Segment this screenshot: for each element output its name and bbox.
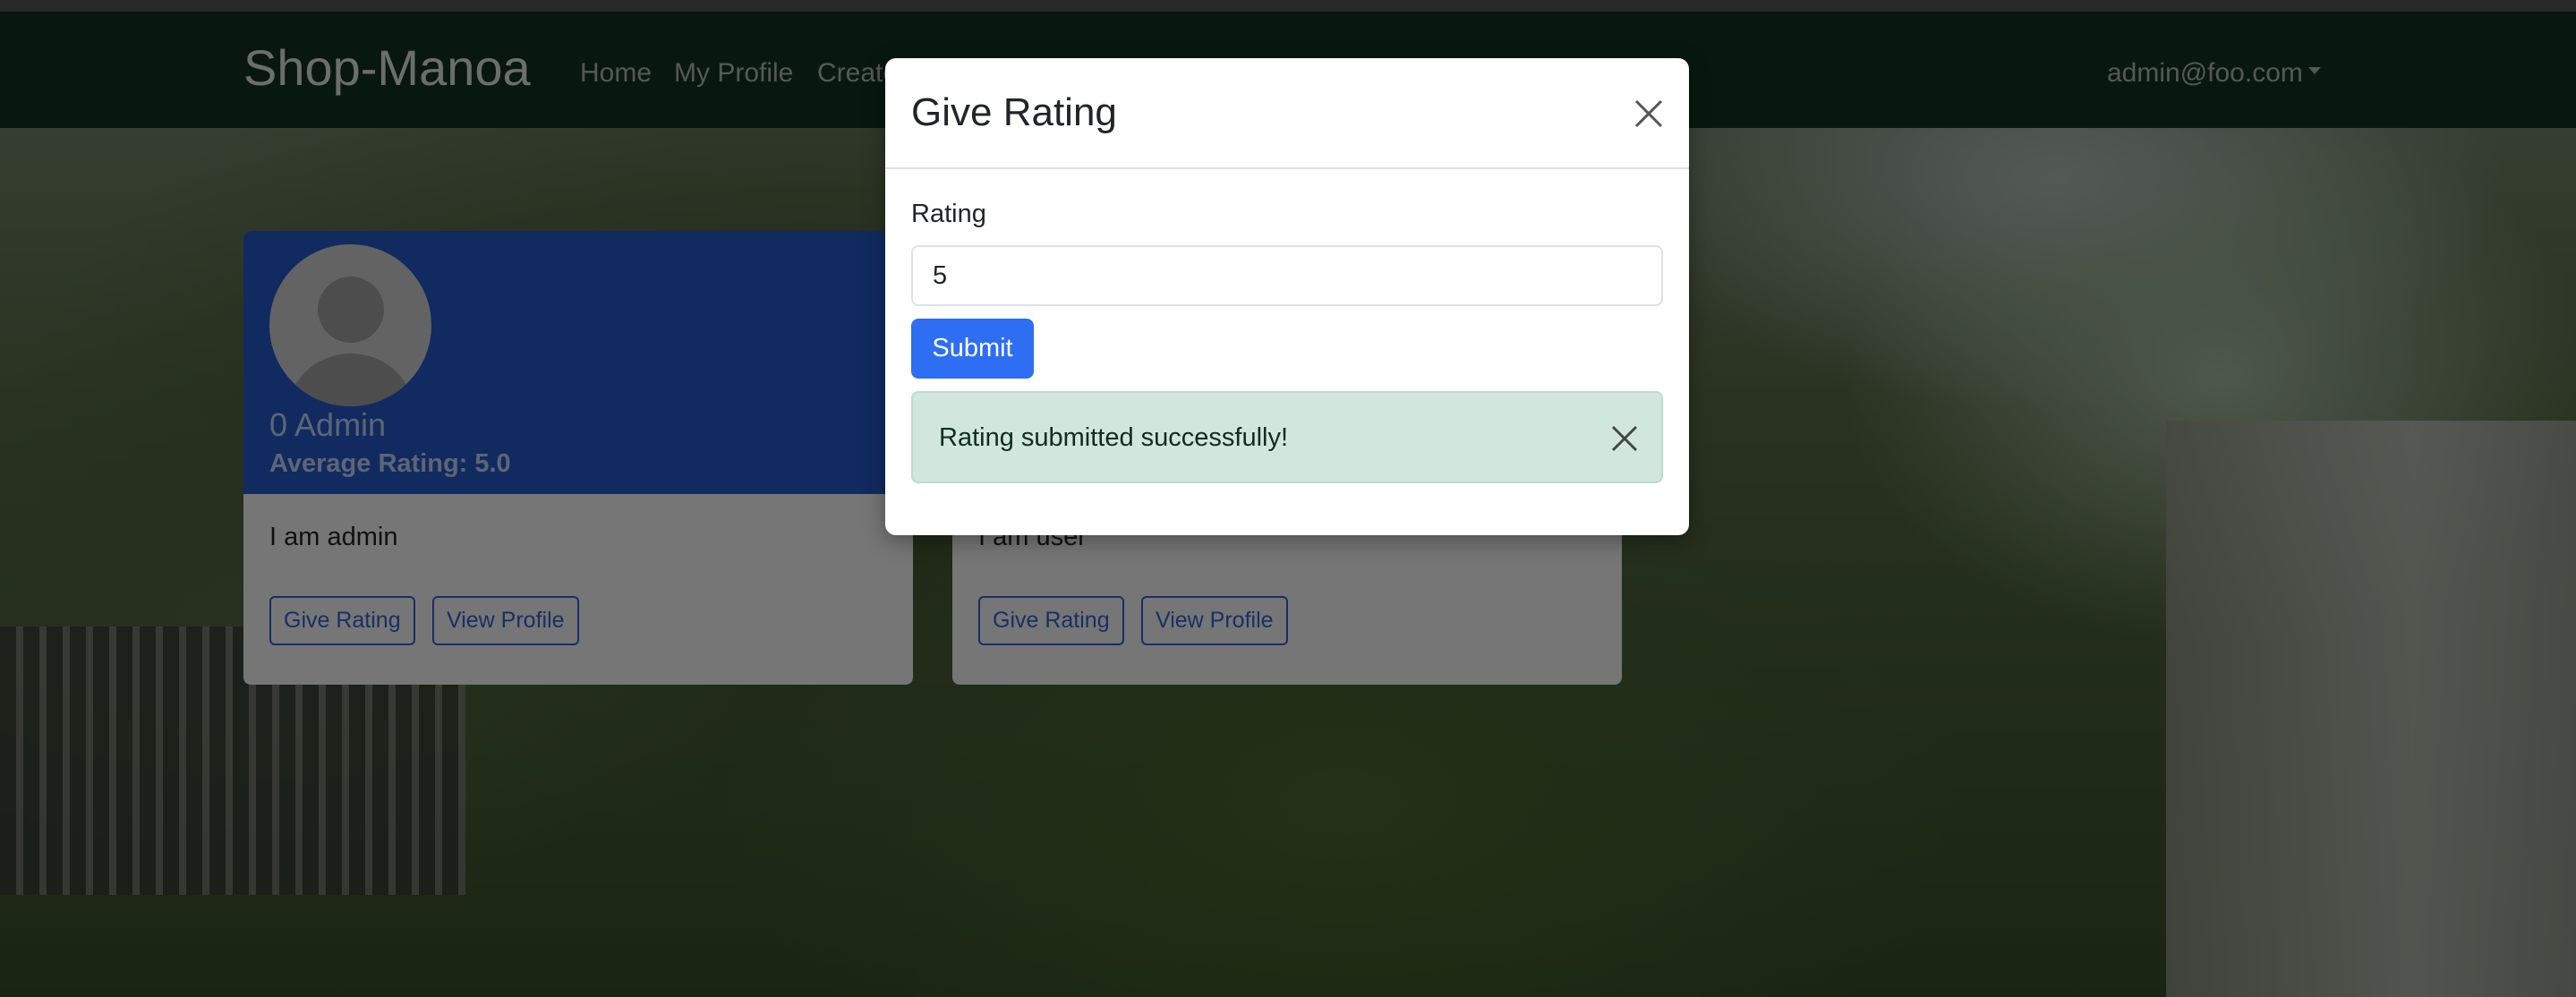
modal-title: Give Rating	[911, 90, 1117, 134]
submit-button[interactable]: Submit	[911, 319, 1034, 379]
rating-input[interactable]	[911, 245, 1663, 306]
modal-divider	[885, 167, 1689, 169]
alert-message: Rating submitted successfully!	[939, 423, 1289, 452]
close-icon[interactable]	[1609, 423, 1640, 454]
give-rating-modal: Give Rating Rating Submit Rating submitt…	[885, 58, 1689, 535]
close-icon[interactable]	[1631, 96, 1667, 132]
success-alert: Rating submitted successfully!	[911, 391, 1663, 483]
rating-label: Rating	[911, 200, 986, 228]
